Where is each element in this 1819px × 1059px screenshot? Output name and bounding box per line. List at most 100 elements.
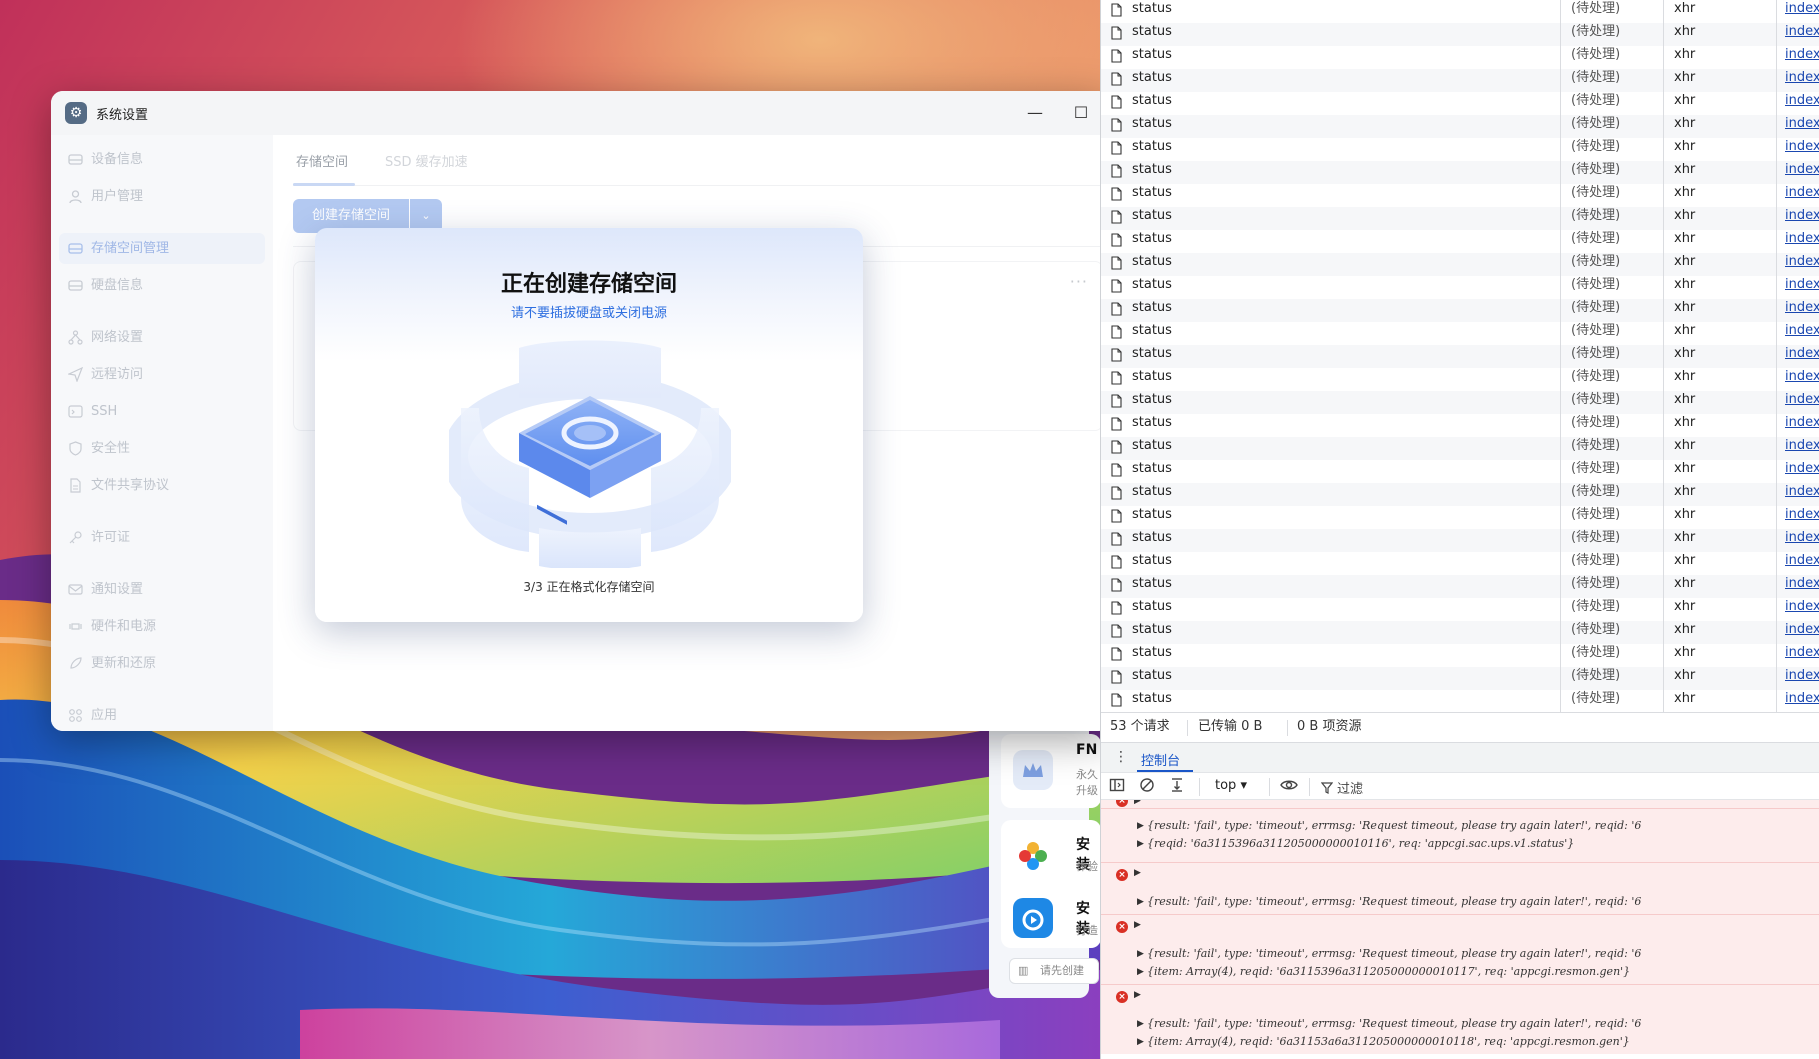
table-row[interactable]: status (待处理) xhr index bbox=[1101, 644, 1819, 667]
sidebar-item-security[interactable]: 安全性 bbox=[59, 433, 265, 464]
request-initiator-link[interactable]: index bbox=[1785, 367, 1819, 386]
table-row[interactable]: status (待处理) xhr index bbox=[1101, 207, 1819, 230]
request-initiator-link[interactable]: index bbox=[1785, 114, 1819, 133]
request-initiator-link[interactable]: index bbox=[1785, 252, 1819, 271]
request-initiator-link[interactable]: index bbox=[1785, 574, 1819, 593]
request-initiator-link[interactable]: index bbox=[1785, 68, 1819, 87]
request-initiator-link[interactable]: index bbox=[1785, 160, 1819, 179]
table-row[interactable]: status (待处理) xhr index bbox=[1101, 598, 1819, 621]
request-initiator-link[interactable]: index bbox=[1785, 275, 1819, 294]
tab-ssd-cache[interactable]: SSD 缓存加速 bbox=[385, 151, 468, 170]
eye-icon[interactable] bbox=[1279, 777, 1299, 797]
expand-triangle-icon[interactable]: ▶ bbox=[1134, 990, 1141, 1000]
sidebar-item-license[interactable]: 许可证 bbox=[59, 522, 265, 553]
table-row[interactable]: status (待处理) xhr index bbox=[1101, 529, 1819, 552]
table-row[interactable]: status (待处理) xhr index bbox=[1101, 368, 1819, 391]
console-error-entry[interactable]: × ▶ ▶ {result: 'fail', type: 'timeout', err… bbox=[1101, 914, 1819, 984]
table-row[interactable]: status (待处理) xhr index bbox=[1101, 299, 1819, 322]
table-row[interactable]: status (待处理) xhr index bbox=[1101, 230, 1819, 253]
request-initiator-link[interactable]: index bbox=[1785, 298, 1819, 317]
table-row[interactable]: status (待处理) xhr index bbox=[1101, 92, 1819, 115]
scroll-to-bottom-icon[interactable] bbox=[1167, 777, 1187, 797]
context-select[interactable]: top ▾ bbox=[1215, 778, 1247, 793]
app-search-input[interactable]: ▥ 请先创建 bbox=[1009, 958, 1099, 984]
request-initiator-link[interactable]: index bbox=[1785, 459, 1819, 478]
table-row[interactable]: status (待处理) xhr index bbox=[1101, 621, 1819, 644]
request-initiator-link[interactable]: index bbox=[1785, 643, 1819, 662]
table-row[interactable]: status (待处理) xhr index bbox=[1101, 0, 1819, 23]
request-initiator-link[interactable]: index bbox=[1785, 344, 1819, 363]
request-initiator-link[interactable]: index bbox=[1785, 0, 1819, 18]
sidebar-item-notifications[interactable]: 通知设置 bbox=[59, 574, 265, 605]
table-row[interactable]: status (待处理) xhr index bbox=[1101, 23, 1819, 46]
request-initiator-link[interactable]: index bbox=[1785, 689, 1819, 708]
request-initiator-link[interactable]: index bbox=[1785, 528, 1819, 547]
expand-triangle-icon[interactable]: ▶ bbox=[1137, 949, 1144, 959]
table-row[interactable]: status (待处理) xhr index bbox=[1101, 345, 1819, 368]
table-row[interactable]: status (待处理) xhr index bbox=[1101, 322, 1819, 345]
request-initiator-link[interactable]: index bbox=[1785, 597, 1819, 616]
console-error-entry[interactable]: ▶ {result: 'fail', type: 'timeout', errms… bbox=[1101, 808, 1819, 862]
table-row[interactable]: status (待处理) xhr index bbox=[1101, 552, 1819, 575]
app-card[interactable]: FN 永久 升级 bbox=[1001, 734, 1101, 808]
kebab-menu-icon[interactable]: ⋮ bbox=[1114, 749, 1128, 765]
sidebar-item-disk-info[interactable]: 硬盘信息 bbox=[59, 270, 265, 301]
table-row[interactable]: status (待处理) xhr index bbox=[1101, 276, 1819, 299]
request-initiator-link[interactable]: index bbox=[1785, 229, 1819, 248]
sidebar-item-apps[interactable]: 应用 bbox=[59, 700, 265, 731]
expand-triangle-icon[interactable]: ▶ bbox=[1134, 800, 1141, 806]
sidebar-item-network[interactable]: 网络设置 bbox=[59, 322, 265, 353]
more-icon[interactable]: ··· bbox=[1070, 272, 1088, 291]
sidebar-item-ssh[interactable]: SSH bbox=[59, 396, 265, 427]
table-row[interactable]: status (待处理) xhr index bbox=[1101, 460, 1819, 483]
sidebar-item-file-sharing[interactable]: 文件共享协议 bbox=[59, 470, 265, 501]
sidebar-item-remote-access[interactable]: 远程访问 bbox=[59, 359, 265, 390]
request-initiator-link[interactable]: index bbox=[1785, 620, 1819, 639]
table-row[interactable]: status (待处理) xhr index bbox=[1101, 253, 1819, 276]
maximize-button[interactable]: ☐ bbox=[1067, 99, 1095, 127]
minimize-button[interactable]: — bbox=[1021, 99, 1049, 127]
request-initiator-link[interactable]: index bbox=[1785, 436, 1819, 455]
expand-triangle-icon[interactable]: ▶ bbox=[1137, 821, 1144, 831]
expand-triangle-icon[interactable]: ▶ bbox=[1134, 868, 1141, 878]
request-initiator-link[interactable]: index bbox=[1785, 321, 1819, 340]
request-initiator-link[interactable]: index bbox=[1785, 45, 1819, 64]
table-row[interactable]: status (待处理) xhr index bbox=[1101, 391, 1819, 414]
table-row[interactable]: status (待处理) xhr index bbox=[1101, 69, 1819, 92]
console-error-entry[interactable]: × ▶ bbox=[1101, 800, 1819, 808]
table-row[interactable]: status (待处理) xhr index bbox=[1101, 690, 1819, 713]
table-row[interactable]: status (待处理) xhr index bbox=[1101, 161, 1819, 184]
request-initiator-link[interactable]: index bbox=[1785, 413, 1819, 432]
request-initiator-link[interactable]: index bbox=[1785, 666, 1819, 685]
request-initiator-link[interactable]: index bbox=[1785, 390, 1819, 409]
table-row[interactable]: status (待处理) xhr index bbox=[1101, 46, 1819, 69]
table-row[interactable]: status (待处理) xhr index bbox=[1101, 506, 1819, 529]
table-row[interactable]: status (待处理) xhr index bbox=[1101, 437, 1819, 460]
request-initiator-link[interactable]: index bbox=[1785, 183, 1819, 202]
table-row[interactable]: status (待处理) xhr index bbox=[1101, 115, 1819, 138]
tab-storage[interactable]: 存储空间 bbox=[296, 151, 348, 170]
expand-triangle-icon[interactable]: ▶ bbox=[1137, 1019, 1144, 1029]
console-error-entry[interactable]: × ▶ ▶ {result: 'fail', type: 'timeout', err… bbox=[1101, 862, 1819, 914]
window-titlebar[interactable]: ⚙ 系统设置 — ☐ bbox=[51, 91, 1110, 135]
table-row[interactable]: status (待处理) xhr index bbox=[1101, 667, 1819, 690]
clear-console-icon[interactable] bbox=[1137, 777, 1157, 797]
expand-triangle-icon[interactable]: ▶ bbox=[1137, 897, 1144, 907]
table-row[interactable]: status (待处理) xhr index bbox=[1101, 184, 1819, 207]
request-initiator-link[interactable]: index bbox=[1785, 91, 1819, 110]
request-initiator-link[interactable]: index bbox=[1785, 22, 1819, 41]
sidebar-item-hardware-power[interactable]: 硬件和电源 bbox=[59, 611, 265, 642]
filter-input[interactable]: 过滤 bbox=[1320, 778, 1363, 797]
request-initiator-link[interactable]: index bbox=[1785, 206, 1819, 225]
sidebar-item-user-management[interactable]: 用户管理 bbox=[59, 181, 265, 212]
table-row[interactable]: status (待处理) xhr index bbox=[1101, 414, 1819, 437]
app-card[interactable]: 安装 体验 安装 打造 bbox=[1001, 820, 1101, 948]
expand-triangle-icon[interactable]: ▶ bbox=[1137, 839, 1144, 849]
request-initiator-link[interactable]: index bbox=[1785, 137, 1819, 156]
table-row[interactable]: status (待处理) xhr index bbox=[1101, 483, 1819, 506]
table-row[interactable]: status (待处理) xhr index bbox=[1101, 575, 1819, 598]
expand-triangle-icon[interactable]: ▶ bbox=[1137, 967, 1144, 977]
sidebar-item-device-info[interactable]: 设备信息 bbox=[59, 144, 265, 175]
tab-console[interactable]: 控制台 bbox=[1141, 750, 1180, 769]
console-error-entry[interactable]: × ▶ ▶ {result: 'fail', type: 'timeout', err… bbox=[1101, 984, 1819, 1054]
